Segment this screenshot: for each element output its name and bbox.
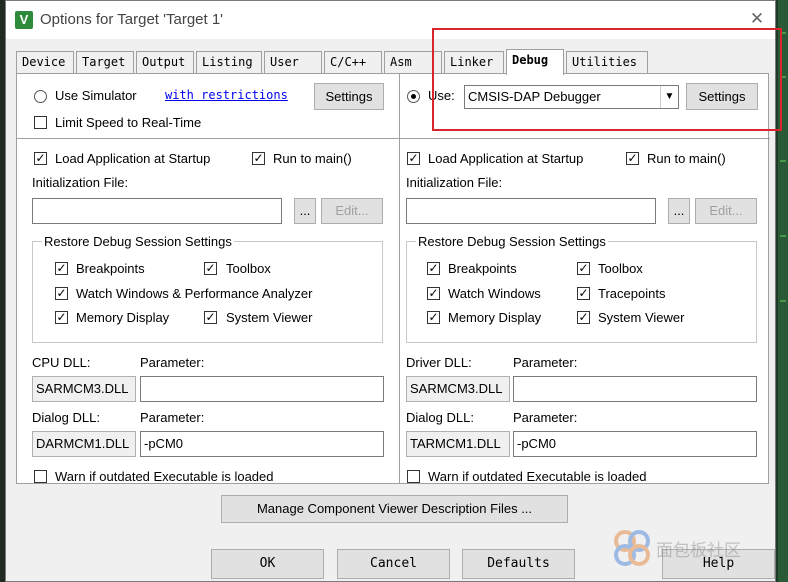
tab-target[interactable]: Target (76, 51, 134, 73)
tab-device[interactable]: Device (16, 51, 74, 73)
init-file-input-right[interactable] (406, 198, 656, 224)
tracepoints-label-right: Tracepoints (598, 286, 666, 301)
simulator-settings-button[interactable]: Settings (314, 83, 384, 110)
breakpoints-label-left: Breakpoints (76, 261, 145, 276)
cpu-param-label: Parameter: (140, 355, 205, 370)
ok-button[interactable]: OK (211, 549, 324, 579)
watermark-logo-icon (614, 530, 650, 566)
init-file-label-right: Initialization File: (406, 175, 503, 190)
dialog-param-label-left: Parameter: (140, 410, 205, 425)
system-viewer-label-left: System Viewer (226, 310, 313, 325)
load-app-checkbox-right[interactable]: ✓ (407, 152, 420, 165)
tab-c-cpp[interactable]: C/C++ (324, 51, 382, 73)
system-viewer-label-right: System Viewer (598, 310, 685, 325)
dialog-dll-label-left: Dialog DLL: (32, 410, 100, 425)
watermark: 面包板社区 (612, 528, 782, 568)
right-divider (400, 138, 770, 139)
dialog-dll-label-right: Dialog DLL: (406, 410, 474, 425)
watch-windows-checkbox-right[interactable]: ✓ (427, 287, 440, 300)
system-viewer-checkbox-right[interactable]: ✓ (577, 311, 590, 324)
tab-listing[interactable]: Listing (196, 51, 262, 73)
tab-user[interactable]: User (264, 51, 322, 73)
close-icon[interactable]: ✕ (747, 9, 767, 29)
driver-dll-label: Driver DLL: (406, 355, 472, 370)
limit-speed-label: Limit Speed to Real-Time (55, 115, 202, 130)
toolbox-label-left: Toolbox (226, 261, 271, 276)
driver-param-label: Parameter: (513, 355, 578, 370)
warn-outdated-label-right: Warn if outdated Executable is loaded (428, 469, 647, 484)
load-app-label-left: Load Application at Startup (55, 151, 211, 166)
browse-button-right[interactable]: ... (668, 198, 690, 224)
watch-windows-checkbox-left[interactable]: ✓ (55, 287, 68, 300)
restore-title-right: Restore Debug Session Settings (416, 234, 608, 249)
edit-button-right[interactable]: Edit... (695, 198, 757, 224)
run-to-main-label-left: Run to main() (273, 151, 352, 166)
window-title: Options for Target 'Target 1' (40, 11, 224, 28)
init-file-input-left[interactable] (32, 198, 282, 224)
use-simulator-label: Use Simulator (55, 88, 137, 103)
panel-divider (399, 74, 400, 483)
run-to-main-checkbox-right[interactable]: ✓ (626, 152, 639, 165)
options-dialog: V Options for Target 'Target 1' ✕ Device… (5, 0, 782, 582)
load-app-checkbox-left[interactable]: ✓ (34, 152, 47, 165)
cpu-param-input[interactable] (140, 376, 384, 402)
toolbox-checkbox-right[interactable]: ✓ (577, 262, 590, 275)
memory-display-label-right: Memory Display (448, 310, 542, 325)
use-simulator-radio[interactable] (34, 90, 47, 103)
browse-button-left[interactable]: ... (294, 198, 316, 224)
dialog-dll-field-right: TARMCM1.DLL (406, 431, 510, 457)
manage-component-viewer-button[interactable]: Manage Component Viewer Description File… (221, 495, 568, 523)
watch-windows-label-left: Watch Windows & Performance Analyzer (76, 286, 313, 301)
tracepoints-checkbox-right[interactable]: ✓ (577, 287, 590, 300)
keil-uvision-icon: V (15, 11, 33, 29)
highlight-box (432, 28, 782, 131)
dialog-param-label-right: Parameter: (513, 410, 578, 425)
cpu-dll-label: CPU DLL: (32, 355, 91, 370)
memory-display-checkbox-left[interactable]: ✓ (55, 311, 68, 324)
tab-output[interactable]: Output (136, 51, 194, 73)
driver-param-input[interactable] (513, 376, 757, 402)
cpu-dll-field: SARMCM3.DLL (32, 376, 136, 402)
memory-display-checkbox-right[interactable]: ✓ (427, 311, 440, 324)
breakpoints-checkbox-left[interactable]: ✓ (55, 262, 68, 275)
dialog-param-input-right[interactable]: -pCM0 (513, 431, 757, 457)
edit-button-left[interactable]: Edit... (321, 198, 383, 224)
dialog-dll-field-left: DARMCM1.DLL (32, 431, 136, 457)
warn-outdated-checkbox-right[interactable] (407, 470, 420, 483)
memory-display-label-left: Memory Display (76, 310, 170, 325)
init-file-label-left: Initialization File: (32, 175, 129, 190)
limit-speed-checkbox[interactable] (34, 116, 47, 129)
run-to-main-checkbox-left[interactable]: ✓ (252, 152, 265, 165)
restore-title-left: Restore Debug Session Settings (42, 234, 234, 249)
warn-outdated-label-left: Warn if outdated Executable is loaded (55, 469, 274, 484)
use-debugger-radio[interactable] (407, 90, 420, 103)
watch-windows-label-right: Watch Windows (448, 286, 541, 301)
system-viewer-checkbox-left[interactable]: ✓ (204, 311, 217, 324)
load-app-label-right: Load Application at Startup (428, 151, 584, 166)
left-divider (17, 138, 399, 139)
defaults-button[interactable]: Defaults (462, 549, 575, 579)
breakpoints-checkbox-right[interactable]: ✓ (427, 262, 440, 275)
toolbox-label-right: Toolbox (598, 261, 643, 276)
run-to-main-label-right: Run to main() (647, 151, 726, 166)
watermark-text: 面包板社区 (656, 541, 741, 560)
cancel-button[interactable]: Cancel (337, 549, 450, 579)
breakpoints-label-right: Breakpoints (448, 261, 517, 276)
dialog-param-input-left[interactable]: -pCM0 (140, 431, 384, 457)
toolbox-checkbox-left[interactable]: ✓ (204, 262, 217, 275)
debug-panel: Use Simulator with restrictions Settings… (16, 73, 770, 484)
driver-dll-field: SARMCM3.DLL (406, 376, 510, 402)
warn-outdated-checkbox-left[interactable] (34, 470, 47, 483)
with-restrictions-link[interactable]: with restrictions (165, 87, 288, 102)
